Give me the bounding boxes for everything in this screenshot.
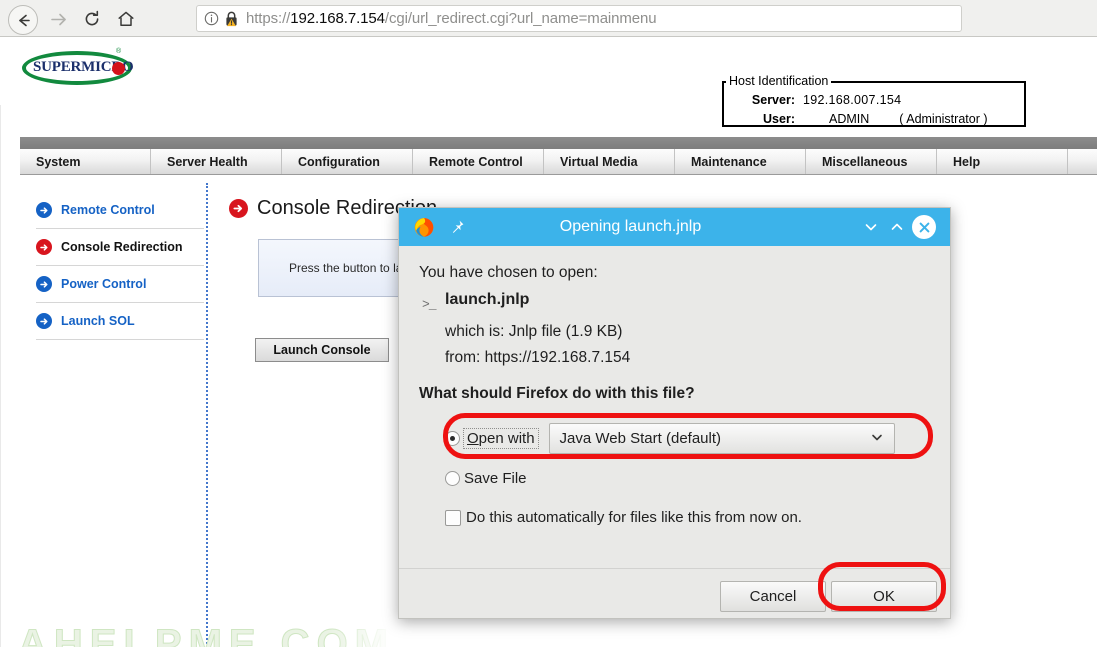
ok-button[interactable]: OK <box>831 581 937 612</box>
file-source-info: from: https://192.168.7.154 <box>445 349 631 366</box>
sidebar-item-launch-sol[interactable]: Launch SOL <box>36 303 204 340</box>
arrow-right-icon <box>36 202 52 218</box>
nav-item-virtual-media[interactable]: Virtual Media <box>544 149 675 174</box>
sidebar-label: Launch SOL <box>61 314 135 328</box>
save-file-label: Save File <box>464 470 527 487</box>
arrow-right-icon <box>229 199 248 218</box>
home-button[interactable] <box>112 5 140 33</box>
browser-toolbar: https://192.168.7.154/cgi/url_redirect.c… <box>0 0 1097 37</box>
arrow-right-icon <box>36 313 52 329</box>
nav-item-help[interactable]: Help <box>937 149 1068 174</box>
host-user-row: User: ADMIN ( Administrator ) <box>735 112 988 126</box>
save-file-radio[interactable] <box>445 471 460 486</box>
host-server-row: Server: 192.168.007.154 <box>735 93 901 107</box>
reload-button[interactable] <box>78 5 106 33</box>
host-identification-legend: Host Identification <box>726 74 832 88</box>
url-bar[interactable]: https://192.168.7.154/cgi/url_redirect.c… <box>196 5 962 32</box>
nav-item-system[interactable]: System <box>20 149 151 174</box>
logo-dot <box>112 62 125 75</box>
close-icon[interactable] <box>912 215 936 239</box>
sidebar-label: Console Redirection <box>61 240 183 254</box>
ipmi-header: SUPERMICRO ® Host Identification Server:… <box>0 37 1097 127</box>
auto-open-row[interactable]: Do this automatically for files like thi… <box>445 509 802 526</box>
logo-registered-mark: ® <box>116 48 122 55</box>
cancel-button[interactable]: Cancel <box>720 581 826 612</box>
info-circle-icon[interactable] <box>204 11 219 26</box>
radio-dot <box>450 436 455 441</box>
main-navigation: System Server Health Configuration Remot… <box>20 149 1097 175</box>
application-select[interactable]: Java Web Start (default) <box>548 423 895 454</box>
nav-item-server-health[interactable]: Server Health <box>151 149 282 174</box>
dialog-titlebar: Opening launch.jnlp <box>399 208 950 246</box>
sidebar-label: Power Control <box>61 277 147 291</box>
host-user-value: ADMIN <box>829 112 870 126</box>
sidebar-divider <box>206 183 208 647</box>
sidebar-label: Remote Control <box>61 203 155 217</box>
chevron-up-icon[interactable] <box>886 216 908 238</box>
file-terminal-icon: >_ <box>422 297 437 312</box>
chevron-down-icon <box>870 430 884 448</box>
auto-open-checkbox[interactable] <box>445 509 461 526</box>
sidebar-item-remote-control[interactable]: Remote Control <box>36 192 204 229</box>
host-server-value: 192.168.007.154 <box>803 93 902 107</box>
file-type-info: which is: Jnlp file (1.9 KB) <box>445 323 623 340</box>
sidebar-item-console-redirection[interactable]: Console Redirection <box>36 229 204 266</box>
page-left-rule <box>0 37 1 647</box>
nav-item-miscellaneous[interactable]: Miscellaneous <box>806 149 937 174</box>
launch-console-button[interactable]: Launch Console <box>255 338 389 362</box>
lock-warning-icon[interactable] <box>224 11 239 27</box>
open-with-label-rest: pen with <box>478 430 535 447</box>
dialog-footer: Cancel OK <box>399 568 950 618</box>
sidebar: Remote Control Console Redirection Power… <box>36 192 204 340</box>
nav-item-remote-control[interactable]: Remote Control <box>413 149 544 174</box>
chosen-label: You have chosen to open: <box>419 264 598 281</box>
opening-file-dialog: Opening launch.jnlp You have chosen to o… <box>398 207 951 619</box>
back-button[interactable] <box>8 5 38 35</box>
dialog-title: Opening launch.jnlp <box>559 218 702 235</box>
open-with-radio[interactable] <box>445 431 460 446</box>
open-with-label: Open with <box>463 428 539 449</box>
save-file-row[interactable]: Save File <box>445 470 527 487</box>
supermicro-logo: SUPERMICRO ® <box>22 45 134 91</box>
host-user-label: User: <box>763 112 795 126</box>
host-server-label: Server: <box>751 93 795 107</box>
open-with-row[interactable]: Open with Java Web Start (default) <box>445 423 895 454</box>
sidebar-item-power-control[interactable]: Power Control <box>36 266 204 303</box>
host-user-role: ( Administrator ) <box>899 112 988 126</box>
header-gray-band <box>20 137 1097 149</box>
chevron-down-icon[interactable] <box>860 216 882 238</box>
file-name: launch.jnlp <box>445 291 530 308</box>
url-text: https://192.168.7.154/cgi/url_redirect.c… <box>246 10 657 27</box>
arrow-right-icon <box>36 276 52 292</box>
auto-open-label: Do this automatically for files like thi… <box>466 509 802 526</box>
nav-item-configuration[interactable]: Configuration <box>282 149 413 174</box>
dialog-body: You have chosen to open: >_ launch.jnlp … <box>399 246 950 568</box>
application-select-value: Java Web Start (default) <box>559 430 722 447</box>
forward-button[interactable] <box>44 5 72 33</box>
nav-item-maintenance[interactable]: Maintenance <box>675 149 806 174</box>
action-question: What should Firefox do with this file? <box>419 385 695 402</box>
arrow-right-icon <box>36 239 52 255</box>
